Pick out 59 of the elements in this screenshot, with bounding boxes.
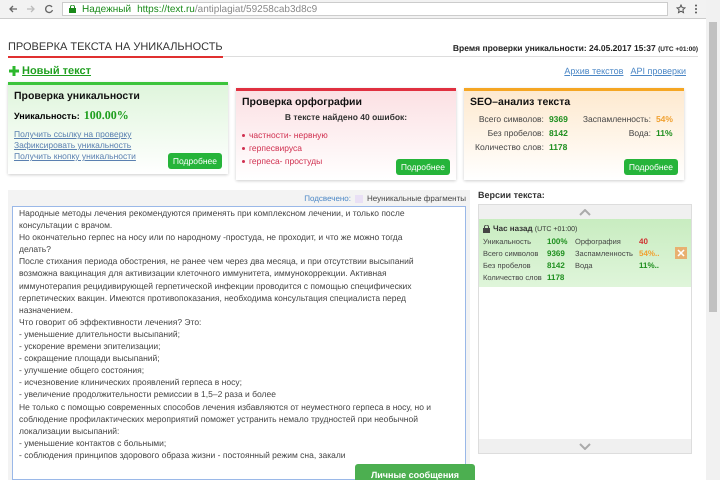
stat-label: Всего символов: [478,114,544,124]
stat-value: 1178 [547,273,566,282]
uniqueness-label: Уникальность: 100.00% [14,108,130,123]
highlight-label: Подсвечено: [304,194,351,203]
bullet-icon [242,134,245,136]
card-link[interactable]: Получить кнопку уникальности [14,151,136,162]
lock-icon [483,224,490,232]
versions-title: Версии текста: [478,190,546,200]
stat-value: 100% [547,237,568,246]
legend-text: Неуникальные фрагменты [366,194,466,203]
stat-value: 9369 [548,114,569,124]
reload-icon[interactable] [44,4,54,14]
bullet-icon [242,160,245,162]
stat-label: Без пробелов: [486,128,544,138]
card-title: Проверка орфографии [242,96,363,108]
page-title: ПРОВЕРКА ТЕКСТА НА УНИКАЛЬНОСТЬ [8,41,223,58]
url-host: https://text.ru [137,4,195,14]
details-button[interactable]: Подробнее [168,153,222,169]
bullet-icon [242,146,245,150]
address-bar[interactable]: Надежный https://text.ru/antiplagiat/59258cab3d8c9 [62,2,668,16]
lock-icon [69,5,76,13]
new-text-link[interactable]: Новый текст [8,65,92,77]
secure-label: Надежный [82,4,132,14]
scroll-thumb[interactable] [709,22,717,312]
chevron-down-icon[interactable] [579,442,591,450]
error-summary: В тексте найдено 40 ошибок: [284,112,408,122]
spelling-error: герпесвируса [249,143,302,153]
plus-icon [8,65,20,77]
stat-value: 54% [656,114,674,124]
details-button[interactable]: Подробнее [624,159,678,175]
stat-value: 11%.. [639,261,660,270]
stat-value: 11% [656,128,674,138]
menu-icon[interactable] [694,4,698,14]
header-link[interactable]: Архив текстов [564,66,624,76]
stat-label: Количество слов: [474,142,544,152]
stat-label: Заспамленность: [582,114,651,124]
card-title: SEO–анализ текста [470,96,572,108]
back-icon[interactable] [8,4,18,14]
stat-value: 8142 [547,261,566,270]
uniqueness-value: 100.00% [84,108,129,123]
stat-value: 40 [639,237,649,246]
card-title: Проверка уникальности [14,90,141,102]
stat-value: 1178 [548,142,568,152]
messages-button[interactable]: Личные сообщения [355,464,475,480]
stat-value: 8142 [548,128,569,138]
spelling-error: герпеса- простуды [249,156,322,166]
card-link[interactable]: Получить ссылку на проверку [14,129,132,140]
stat-value: 9369 [547,249,566,258]
details-button[interactable]: Подробнее [396,159,450,175]
delete-button[interactable] [675,247,687,259]
header-link[interactable]: API проверки [630,66,686,76]
stat-value: 54%.. [639,249,660,258]
spelling-error: частности- нервную [249,130,328,140]
forward-icon[interactable] [26,4,36,14]
card-link[interactable]: Зафиксировать уникальность [14,140,132,151]
chevron-up-icon[interactable] [579,208,591,216]
star-icon[interactable] [676,4,686,14]
stat-label: Вода: [628,128,651,138]
url-path: /antiplagiat/59258cab3d8c9 [194,4,318,14]
